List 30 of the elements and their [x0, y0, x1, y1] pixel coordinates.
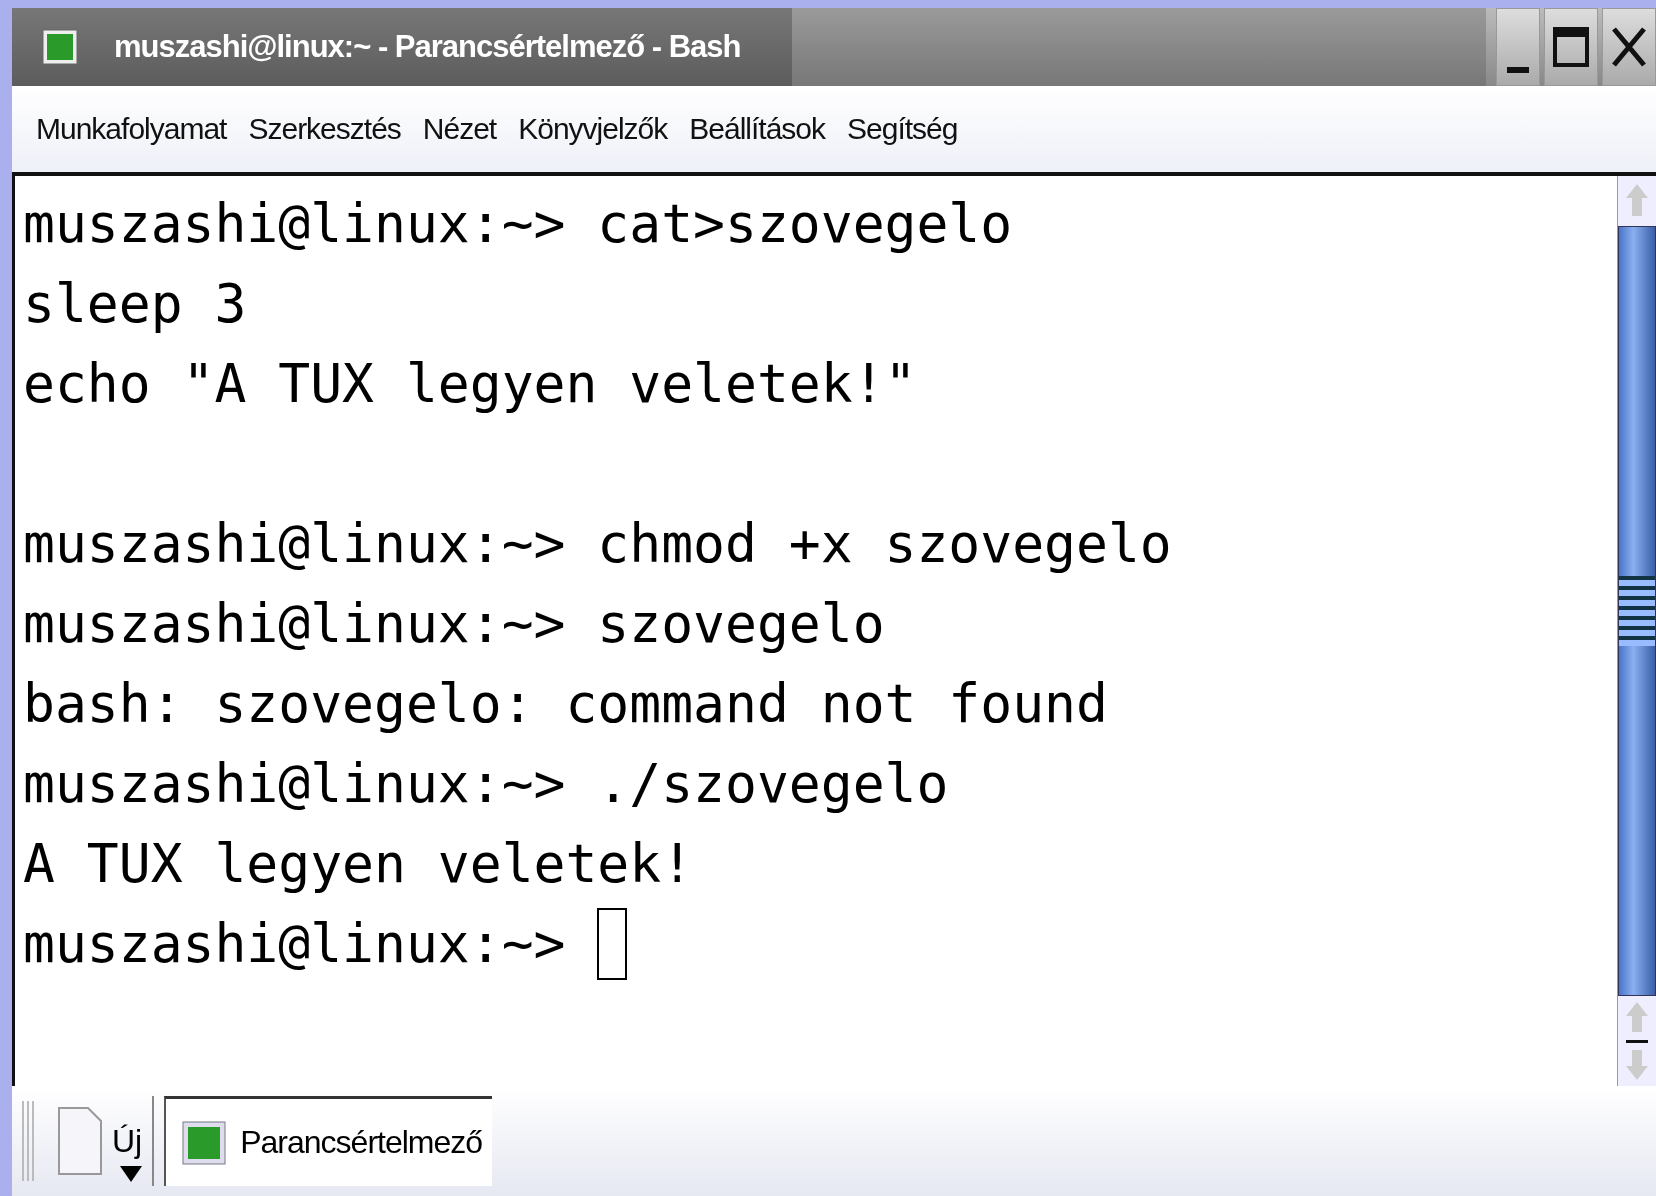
close-button[interactable]: [1602, 8, 1656, 86]
terminal-line: sleep 3: [23, 272, 248, 336]
terminal-line: A TUX legyen veletek!: [23, 832, 695, 896]
terminal-icon: [182, 1120, 227, 1165]
menu-item[interactable]: Beállítások: [689, 112, 826, 146]
menu-item[interactable]: Nézet: [422, 112, 497, 146]
menu-item[interactable]: Szerkesztés: [248, 112, 401, 146]
window-title: muszashi@linux:~ - Parancsértelmező - Bash: [114, 29, 741, 65]
terminal-line: muszashi@linux:~> cat>szovegelo: [23, 192, 1014, 256]
new-session-button[interactable]: Új: [46, 1096, 155, 1186]
scrollbar-thumb[interactable]: [1618, 226, 1656, 996]
shell-prompt: muszashi@linux:~>: [23, 912, 567, 976]
terminal-line: muszashi@linux:~> szovegelo: [23, 592, 886, 656]
close-icon: [1609, 25, 1649, 69]
maximize-icon: [1551, 25, 1591, 69]
maximize-button[interactable]: [1544, 8, 1598, 86]
caret-icon: [120, 1166, 143, 1182]
document-icon: [56, 1105, 104, 1177]
menu-item[interactable]: Munkafolyamat: [36, 112, 227, 146]
menu-item[interactable]: Könyvjelzők: [518, 112, 668, 146]
terminal-line: muszashi@linux:~> chmod +x szovegelo: [23, 512, 1173, 576]
scrollbar[interactable]: [1617, 176, 1656, 1086]
terminal-line: muszashi@linux:~> ./szovegelo: [23, 752, 950, 816]
terminal-icon: [42, 29, 78, 65]
terminal-line: bash: szovegelo: command not found: [23, 672, 1109, 736]
menu-item[interactable]: Segítség: [847, 112, 958, 146]
minimize-icon: [1507, 67, 1529, 73]
session-tab[interactable]: Parancsértelmező: [164, 1096, 493, 1186]
terminal-line: echo "A TUX legyen veletek!": [23, 352, 918, 416]
minimize-button[interactable]: [1496, 8, 1540, 86]
